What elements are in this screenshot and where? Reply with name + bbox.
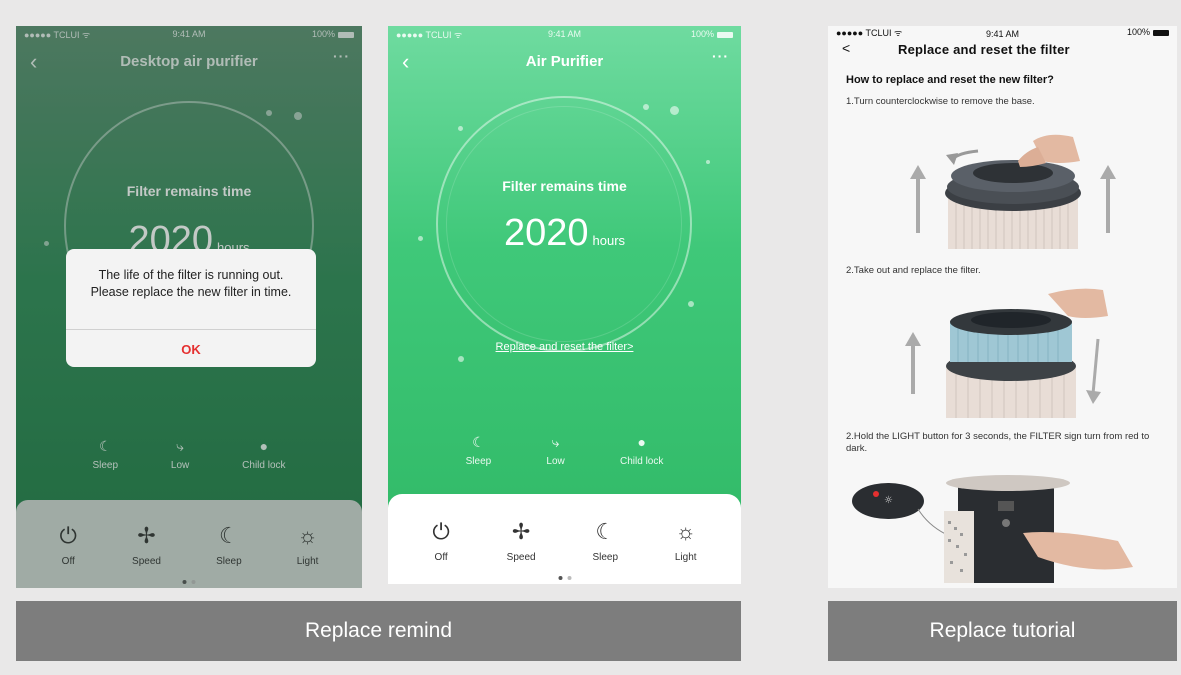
caption-replace-remind: Replace remind xyxy=(16,601,741,661)
mode-label: Low xyxy=(546,456,565,467)
lock-icon: ● xyxy=(637,434,646,450)
tutorial-heading: How to replace and reset the new filter? xyxy=(846,74,1054,86)
button-label: Light xyxy=(674,552,697,563)
back-icon[interactable]: ‹ xyxy=(402,49,409,75)
battery-label: 100% xyxy=(1127,27,1169,37)
off-button[interactable]: ⏻ Off xyxy=(432,518,449,584)
phone-remind-dialog: ●●●●● TCLUI ᯤ 9:41 AM 100% ‹ Desktop air… xyxy=(16,26,362,588)
decor-dot xyxy=(670,106,679,115)
page-title: Air Purifier xyxy=(525,52,604,70)
button-label: Sleep xyxy=(592,552,619,563)
nav-bar: ‹ Air Purifier ··· xyxy=(388,48,741,74)
step-2-text: 2.Take out and replace the filter. xyxy=(846,265,981,276)
carrier-label: ●●●●● TCLUI ᯤ xyxy=(396,29,463,40)
button-label: Off xyxy=(434,552,448,563)
filter-remains-label: Filter remains time xyxy=(502,178,627,194)
button-label: Speed xyxy=(506,552,536,563)
nav-bar: < Replace and reset the filter xyxy=(828,40,1177,60)
hours-unit: hours xyxy=(592,233,626,248)
fan-icon: ✢ xyxy=(511,519,531,544)
mode-row: ☾ Sleep ⤷ Low ● Child lock xyxy=(388,434,741,467)
status-time: 9:41 AM xyxy=(547,29,582,39)
replace-reset-link[interactable]: Replace and reset the filter> xyxy=(496,341,634,353)
moon-icon: ☾ xyxy=(595,519,616,544)
status-bar: ●●●●● TCLUI ᯤ 9:41 AM 100% xyxy=(388,26,741,42)
battery-icon xyxy=(717,31,733,38)
page-title: Replace and reset the filter xyxy=(898,42,1070,57)
more-icon[interactable]: ··· xyxy=(712,48,729,64)
mode-child-lock[interactable]: ● Child lock xyxy=(620,434,663,467)
ok-button[interactable]: OK xyxy=(66,330,316,357)
carrier-label: ●●●●● TCLUI ᯤ xyxy=(836,27,903,38)
hours-readout: 2020 hours xyxy=(388,212,741,255)
light-button-illustration: ☼ xyxy=(852,475,1133,583)
filter-alert-dialog: The life of the filter is running out. P… xyxy=(66,249,316,367)
dialog-message: The life of the filter is running out. P… xyxy=(90,268,292,299)
mode-low[interactable]: ⤷ Low xyxy=(546,434,564,467)
hours-value: 2020 xyxy=(503,212,589,254)
sleep-button[interactable]: ☾ Sleep xyxy=(592,518,618,584)
control-bar: ⏻ Off ✢ Speed ☾ Sleep ☼ Light xyxy=(388,494,741,584)
filter-replace-illustration xyxy=(905,288,1108,418)
decor-dot xyxy=(706,160,710,164)
status-time: 9:41 AM xyxy=(985,29,1020,39)
page-indicator xyxy=(558,576,571,580)
decor-dot xyxy=(643,104,649,110)
base-removal-illustration xyxy=(910,134,1116,249)
caption-replace-tutorial: Replace tutorial xyxy=(828,601,1177,661)
battery-icon xyxy=(1153,29,1169,36)
light-button[interactable]: ☼ Light xyxy=(675,518,697,584)
svg-text:☼: ☼ xyxy=(884,495,893,506)
mode-label: Child lock xyxy=(620,456,664,467)
mode-label: Sleep xyxy=(465,456,492,467)
replace-link-row: Replace and reset the filter> xyxy=(388,337,741,355)
fan-low-icon: ⤷ xyxy=(551,434,560,450)
mode-sleep[interactable]: ☾ Sleep xyxy=(466,434,492,467)
back-icon[interactable]: < xyxy=(842,40,850,56)
decor-dot xyxy=(458,126,463,131)
step-3-text: 2.Hold the LIGHT button for 3 seconds, t… xyxy=(846,431,1150,454)
bulb-icon: ☼ xyxy=(675,519,696,544)
power-icon: ⏻ xyxy=(432,519,450,544)
phone-tutorial: ●●●●● TCLUI ᯤ 9:41 AM 100% < Replace and… xyxy=(828,26,1177,588)
decor-dot xyxy=(688,301,694,307)
moon-icon: ☾ xyxy=(472,434,485,450)
phone-air-purifier: ●●●●● TCLUI ᯤ 9:41 AM 100% ‹ Air Purifie… xyxy=(388,26,741,584)
step-1-text: 1.Turn counterclockwise to remove the ba… xyxy=(846,96,1035,107)
speed-button[interactable]: ✢ Speed xyxy=(507,518,536,584)
battery-label: 100% xyxy=(691,29,733,39)
decor-dot xyxy=(458,356,464,362)
status-bar: ●●●●● TCLUI ᯤ 9:41 AM 100% xyxy=(828,26,1177,40)
